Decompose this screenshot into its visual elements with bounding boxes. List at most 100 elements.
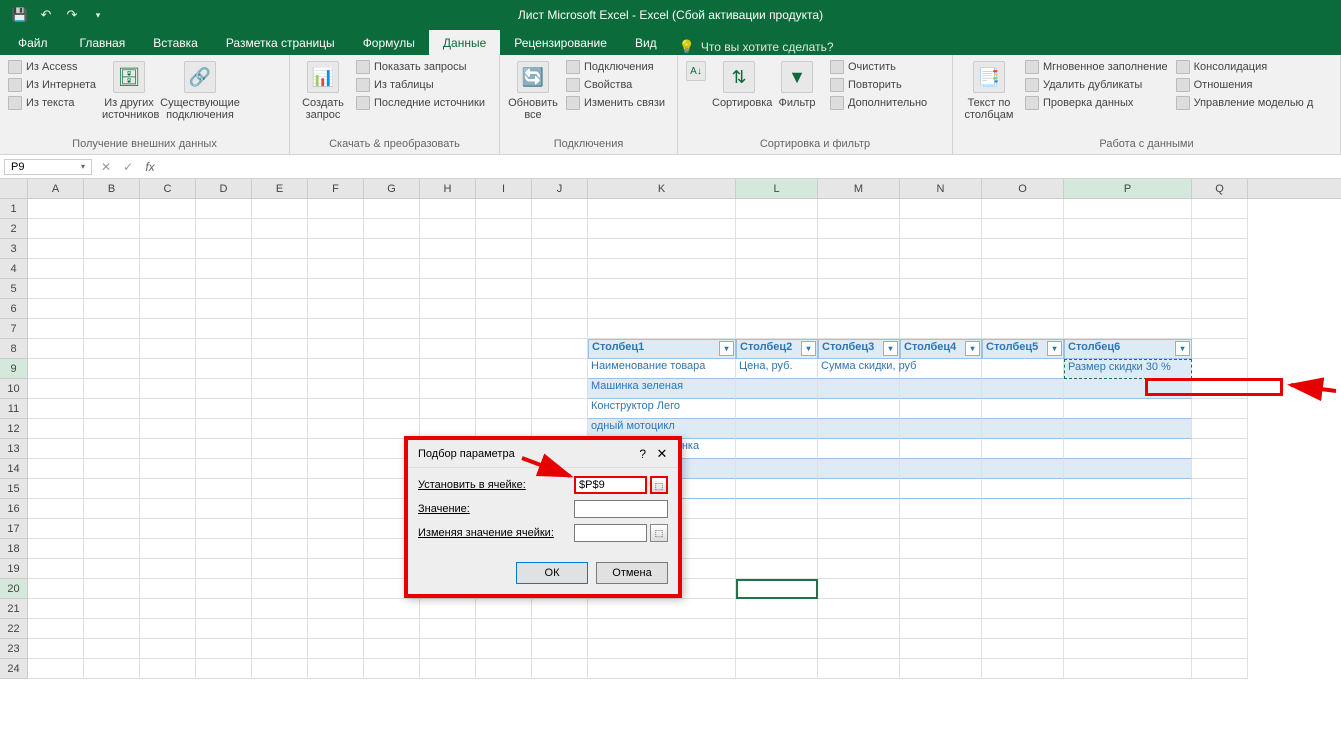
- cell[interactable]: [364, 399, 420, 419]
- formula-input[interactable]: [164, 159, 1337, 175]
- cell[interactable]: [196, 539, 252, 559]
- collapse-ref-icon[interactable]: ⬚: [650, 524, 668, 542]
- cell[interactable]: [28, 559, 84, 579]
- cell[interactable]: [736, 519, 818, 539]
- cell[interactable]: [308, 319, 364, 339]
- cell[interactable]: [84, 559, 140, 579]
- text-to-columns-button[interactable]: 📑Текст по столбцам: [959, 59, 1019, 121]
- cell[interactable]: [982, 639, 1064, 659]
- cell[interactable]: [1192, 599, 1248, 619]
- changing-cell-input[interactable]: [574, 524, 647, 542]
- cell[interactable]: Столбец3▾: [818, 339, 900, 359]
- cell[interactable]: [982, 599, 1064, 619]
- cell[interactable]: [982, 379, 1064, 399]
- cell[interactable]: [982, 459, 1064, 479]
- cell[interactable]: [84, 199, 140, 219]
- cell[interactable]: [28, 479, 84, 499]
- cell[interactable]: [84, 279, 140, 299]
- remove-duplicates-button[interactable]: Удалить дубликаты: [1023, 77, 1170, 93]
- cell[interactable]: [28, 619, 84, 639]
- cell[interactable]: [84, 219, 140, 239]
- cell[interactable]: [532, 239, 588, 259]
- row-header[interactable]: 23: [0, 639, 28, 659]
- qat-customize-icon[interactable]: ▾: [90, 7, 106, 23]
- cell[interactable]: [982, 259, 1064, 279]
- filter-dropdown-icon[interactable]: ▾: [801, 341, 816, 356]
- cell[interactable]: [900, 619, 982, 639]
- advanced-filter-button[interactable]: Дополнительно: [828, 95, 929, 111]
- cell[interactable]: Размер скидки 30 %: [1064, 359, 1192, 379]
- cell[interactable]: [308, 219, 364, 239]
- cell[interactable]: [364, 659, 420, 679]
- cell[interactable]: Столбец4▾: [900, 339, 982, 359]
- undo-icon[interactable]: ↶: [38, 7, 54, 23]
- cell[interactable]: [28, 419, 84, 439]
- cell[interactable]: [84, 579, 140, 599]
- cell[interactable]: [84, 639, 140, 659]
- redo-icon[interactable]: ↷: [64, 7, 80, 23]
- cancel-formula-icon[interactable]: ✕: [98, 160, 114, 174]
- cell[interactable]: [1064, 259, 1192, 279]
- cell[interactable]: [818, 539, 900, 559]
- cell[interactable]: [140, 619, 196, 639]
- cell[interactable]: [1064, 539, 1192, 559]
- cell[interactable]: [1064, 519, 1192, 539]
- cell[interactable]: [736, 659, 818, 679]
- cell[interactable]: [736, 319, 818, 339]
- cell[interactable]: [308, 619, 364, 639]
- cell[interactable]: [420, 639, 476, 659]
- cell[interactable]: [252, 299, 308, 319]
- connections-button[interactable]: Подключения: [564, 59, 667, 75]
- cell[interactable]: [1064, 579, 1192, 599]
- column-header[interactable]: K: [588, 179, 736, 198]
- cell[interactable]: [982, 439, 1064, 459]
- cell[interactable]: [140, 519, 196, 539]
- tab-formulas[interactable]: Формулы: [349, 30, 429, 55]
- cell[interactable]: [532, 619, 588, 639]
- cell[interactable]: [900, 319, 982, 339]
- cell[interactable]: [196, 579, 252, 599]
- cell[interactable]: [140, 359, 196, 379]
- cell[interactable]: [420, 379, 476, 399]
- row-header[interactable]: 11: [0, 399, 28, 419]
- cell[interactable]: [252, 319, 308, 339]
- row-header[interactable]: 19: [0, 559, 28, 579]
- cell[interactable]: Цена, руб.: [736, 359, 818, 379]
- enter-formula-icon[interactable]: ✓: [120, 160, 136, 174]
- cell[interactable]: [252, 279, 308, 299]
- from-access-button[interactable]: Из Access: [6, 59, 98, 75]
- cell[interactable]: [900, 639, 982, 659]
- cell[interactable]: [28, 599, 84, 619]
- cell[interactable]: [818, 379, 900, 399]
- cell[interactable]: [1192, 499, 1248, 519]
- cell[interactable]: [900, 279, 982, 299]
- cell[interactable]: Столбец5▾: [982, 339, 1064, 359]
- cell[interactable]: [252, 479, 308, 499]
- cell[interactable]: [900, 419, 982, 439]
- cell[interactable]: [900, 539, 982, 559]
- cell[interactable]: [1192, 399, 1248, 419]
- cell[interactable]: [420, 619, 476, 639]
- collapse-ref-icon[interactable]: ⬚: [650, 476, 668, 494]
- cell[interactable]: [252, 499, 308, 519]
- cell[interactable]: [308, 579, 364, 599]
- cell[interactable]: [364, 239, 420, 259]
- cell[interactable]: [818, 199, 900, 219]
- column-header[interactable]: G: [364, 179, 420, 198]
- cell[interactable]: [196, 499, 252, 519]
- tab-file[interactable]: Файл: [0, 30, 66, 55]
- column-header[interactable]: A: [28, 179, 84, 198]
- cell[interactable]: [28, 359, 84, 379]
- refresh-all-button[interactable]: 🔄Обновить все: [506, 59, 560, 121]
- row-header[interactable]: 6: [0, 299, 28, 319]
- cell[interactable]: [476, 619, 532, 639]
- cell[interactable]: [84, 339, 140, 359]
- cell[interactable]: [476, 319, 532, 339]
- cell[interactable]: [28, 579, 84, 599]
- cell[interactable]: [532, 199, 588, 219]
- cell[interactable]: [900, 219, 982, 239]
- cell[interactable]: [1064, 599, 1192, 619]
- cell[interactable]: [252, 419, 308, 439]
- cell[interactable]: [252, 259, 308, 279]
- cell[interactable]: [982, 479, 1064, 499]
